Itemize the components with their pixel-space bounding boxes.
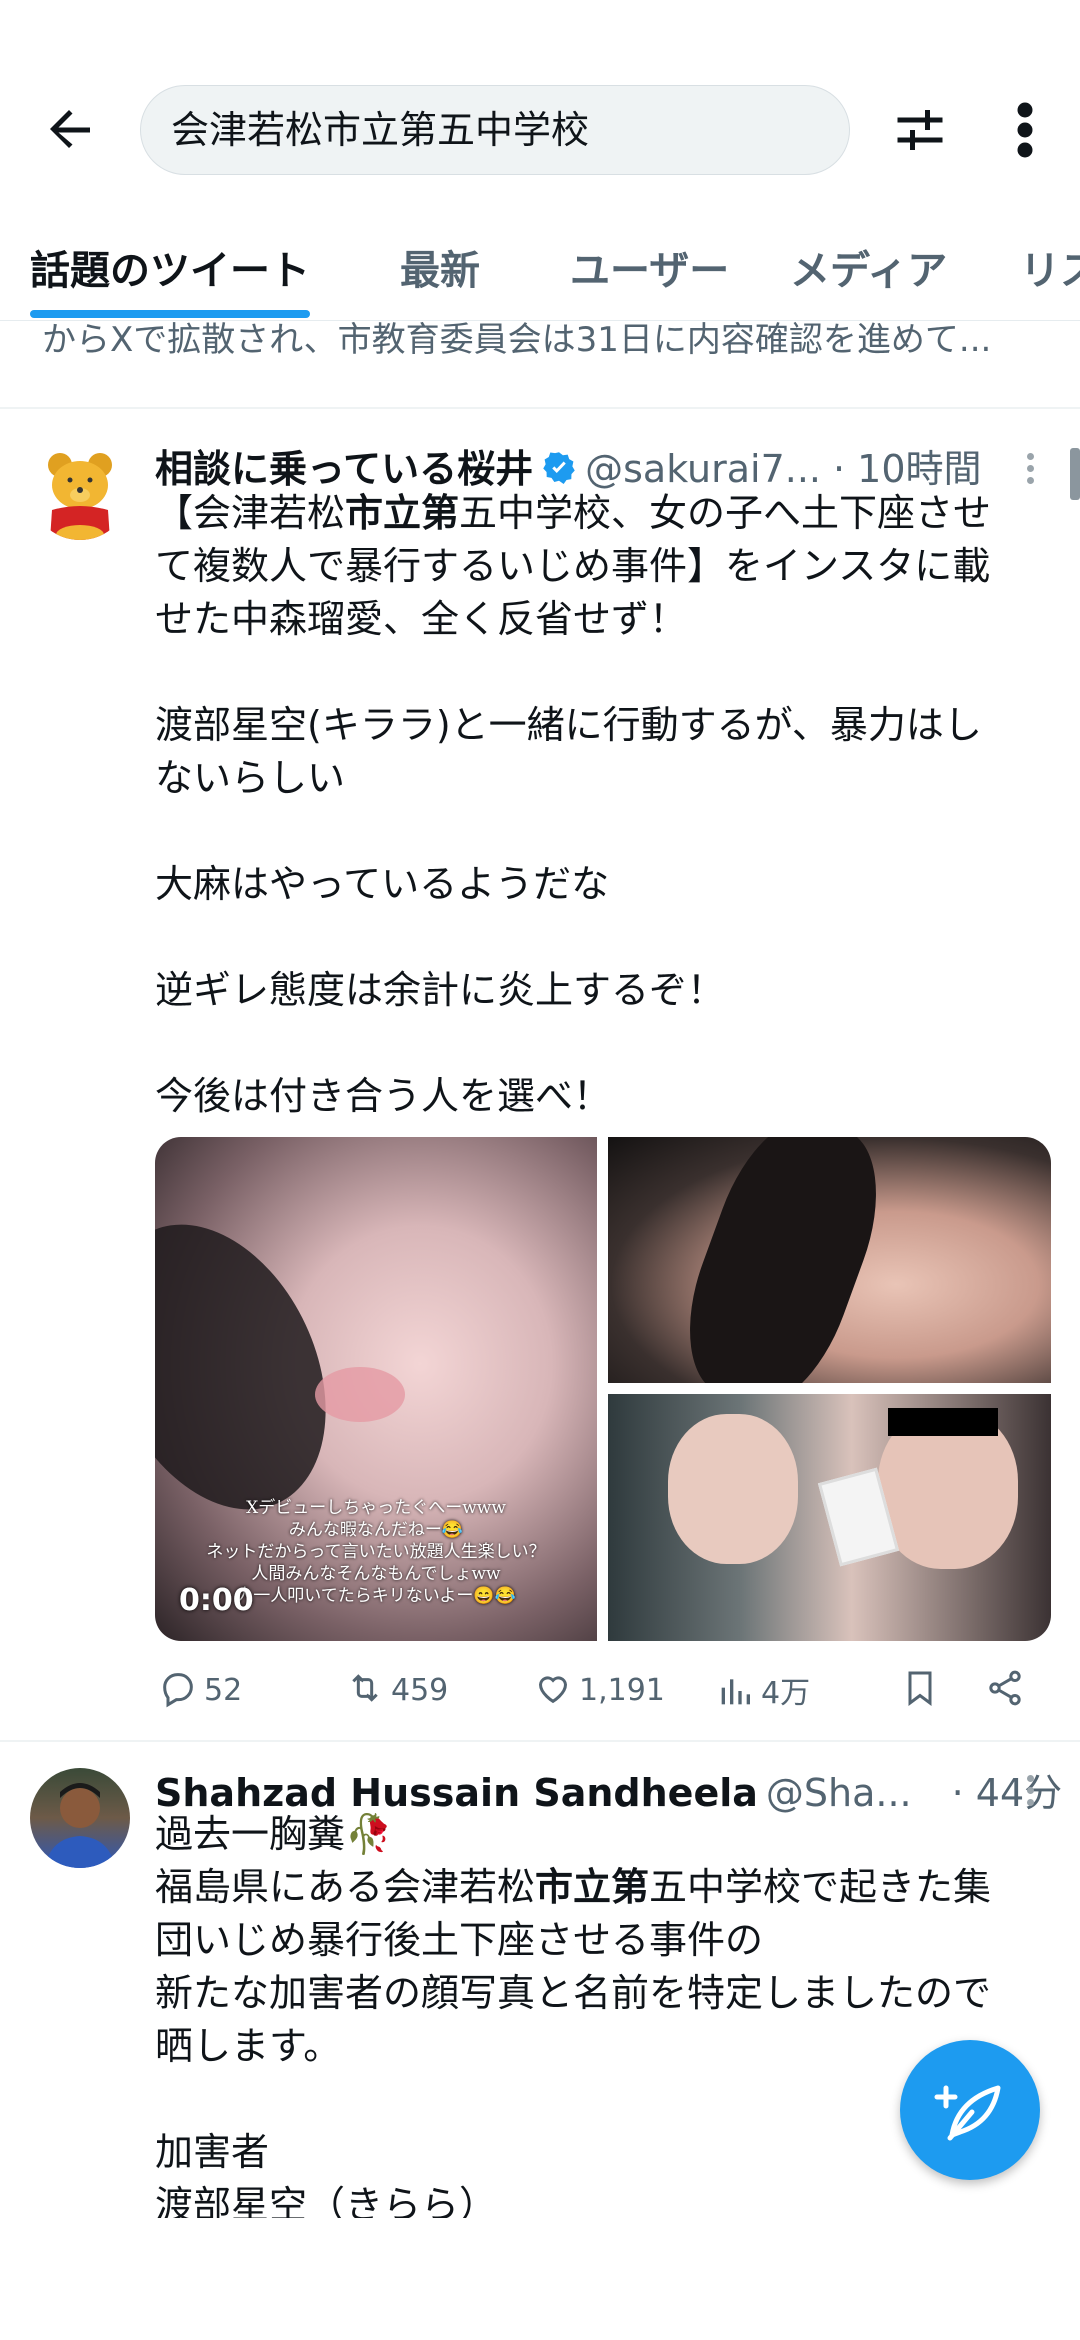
compose-feather-icon	[934, 2085, 1001, 2141]
sliders-icon	[897, 110, 943, 150]
scrollbar[interactable]	[1070, 448, 1080, 500]
display-name[interactable]: 相談に乗っている桜井	[155, 447, 533, 491]
censor-bar	[888, 1408, 998, 1436]
views-button[interactable]: 4万	[715, 1668, 810, 1712]
image-thumbnail[interactable]	[608, 1137, 1051, 1383]
back-button[interactable]	[40, 100, 100, 160]
tab-top[interactable]: 話題のツイート	[30, 238, 310, 296]
bear-avatar-icon	[48, 453, 112, 540]
search-input[interactable]: 会津若松市立第五中学校	[140, 85, 850, 175]
more-vertical-icon	[1017, 102, 1033, 158]
heart-icon	[538, 1676, 568, 1704]
image-thumbnail[interactable]	[608, 1394, 1051, 1641]
arrow-left-icon	[50, 110, 90, 148]
bottom-area	[0, 2218, 1080, 2340]
avatar[interactable]	[30, 1768, 130, 1868]
avatar[interactable]	[30, 440, 130, 540]
verified-badge-icon	[543, 452, 575, 485]
video-thumbnail[interactable]: Xデビューしちゃったぐへーwww みんな暇なんだねー😂 ネットだからって言いたい…	[155, 1137, 597, 1641]
tweet-more-icon[interactable]	[1020, 1770, 1040, 1811]
search-tabs: 話題のツイート 最新 ユーザー メディア リス	[0, 210, 1080, 321]
analytics-icon	[721, 1679, 750, 1705]
tab-latest[interactable]: 最新	[400, 238, 480, 296]
reply-button[interactable]: 52	[158, 1668, 242, 1708]
divider	[0, 1740, 1080, 1742]
like-button[interactable]: 1,191	[533, 1668, 665, 1708]
compose-button[interactable]	[900, 2040, 1040, 2180]
previous-tweet-snippet[interactable]: からXで拡散され、市教育委員会は31日に内容確認を進めて...	[42, 312, 991, 361]
reply-icon	[163, 1673, 193, 1708]
user-handle[interactable]: @sakurai7...	[585, 447, 821, 491]
bookmark-button[interactable]	[900, 1668, 946, 1708]
divider	[0, 407, 1080, 409]
tweet-time[interactable]: · 10時間	[833, 447, 982, 491]
tab-users[interactable]: ユーザー	[570, 238, 729, 296]
retweet-icon	[352, 1674, 378, 1702]
tweet-more-icon[interactable]	[1020, 448, 1040, 489]
tweet-text: 【会津若松市立第五中学校、女の子へ土下座させ て複数人で暴行するいじめ事件】をイン…	[155, 491, 992, 1118]
tab-lists[interactable]: リス	[1020, 238, 1080, 296]
person-avatar-icon	[45, 1783, 115, 1868]
share-button[interactable]	[985, 1668, 1031, 1708]
tweet-header: 相談に乗っている桜井 @sakurai7... · 10時間	[155, 438, 982, 493]
top-bar: 会津若松市立第五中学校	[0, 0, 1080, 210]
tab-media[interactable]: メディア	[790, 238, 947, 296]
bookmark-icon	[908, 1671, 932, 1706]
retweet-button[interactable]: 459	[345, 1668, 448, 1708]
media-grid: Xデビューしちゃったぐへーwww みんな暇なんだねー😂 ネットだからって言いたい…	[155, 1137, 1051, 1641]
more-options-button[interactable]	[1000, 100, 1050, 160]
filter-button[interactable]	[890, 100, 950, 160]
share-icon	[989, 1670, 1021, 1706]
video-duration: 0:00	[179, 1583, 254, 1618]
